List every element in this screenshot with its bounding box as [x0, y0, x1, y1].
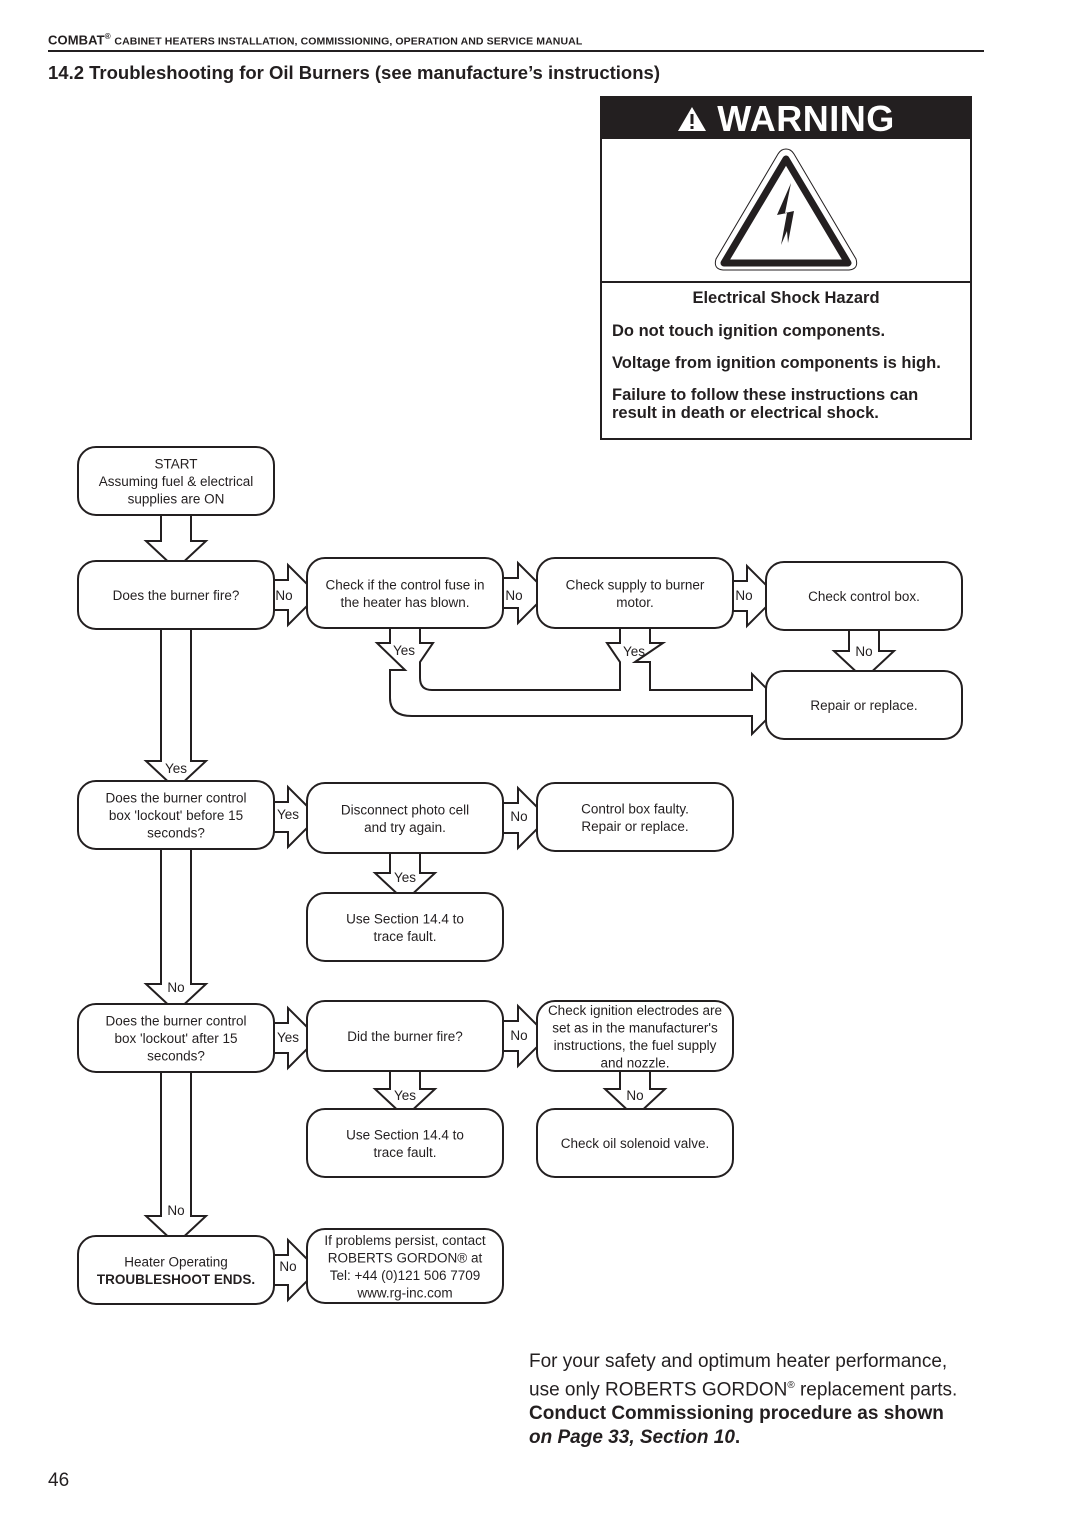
flow-node-text: Check supply to burner — [566, 577, 705, 592]
flow-node-box — [306, 1108, 504, 1178]
connector-label-supply-yes: Yes — [623, 644, 645, 659]
flow-node-text: TROUBLESHOOT ENDS. — [97, 1272, 255, 1287]
troubleshooting-flowchart: START Assuming fuel & electrical supplies … — [77, 446, 963, 1305]
arrow-yes-merge-inner — [419, 628, 621, 691]
connector-label-after-no: No — [167, 1203, 184, 1218]
flow-node-box — [306, 557, 504, 629]
flow-node-text: trace fault. — [373, 1145, 436, 1160]
flow-node-box — [536, 557, 734, 629]
flow-node-box — [306, 782, 504, 854]
flow-node-text: Repair or replace. — [810, 698, 917, 713]
flow-node-text: and nozzle. — [600, 1055, 669, 1070]
flow-node-text: Use Section 14.4 to — [346, 1127, 464, 1142]
flow-node-text: ROBERTS GORDON® at — [328, 1250, 483, 1265]
connector-label-fire-no: No — [275, 588, 292, 603]
flow-node-q-lock-before: Does the burner control box 'lockout' bef… — [77, 780, 275, 850]
flow-node-text: the heater has blown. — [340, 595, 469, 610]
flow-arrows — [143, 515, 897, 1303]
flow-node-text: Tel: +44 (0)121 506 7709 — [330, 1268, 481, 1283]
flow-node-text: www.rg-inc.com — [356, 1285, 452, 1300]
flow-node-text: Did the burner fire? — [347, 1029, 463, 1044]
flow-node-q-lock-after: Does the burner control box 'lockout' aft… — [77, 1003, 275, 1073]
flow-node-solenoid: Check oil solenoid valve. — [536, 1108, 734, 1178]
page-reference-link[interactable]: on Page 33, Section 10 — [529, 1427, 735, 1448]
flow-node-text: Check control box. — [808, 589, 920, 604]
flow-node-box — [306, 892, 504, 962]
connector-label-photocell-no: No — [510, 809, 527, 824]
connector-label-fuse-yes: Yes — [393, 643, 415, 658]
flow-node-supply: Check supply to burner motor. — [536, 557, 734, 629]
flow-node-faulty: Control box faulty. Repair or replace. — [536, 782, 734, 852]
flow-node-q-fire2: Did the burner fire? — [306, 1000, 504, 1072]
connector-label-fire2-no: No — [510, 1028, 527, 1043]
connector-label-ctrlbox-no: No — [855, 644, 872, 659]
flow-node-text: Repair or replace. — [581, 819, 688, 834]
flow-node-photocell: Disconnect photo cell and try again. — [306, 782, 504, 854]
flow-node-text: Does the burner fire? — [113, 588, 240, 603]
connector-label-supply-no: No — [735, 588, 752, 603]
flow-node-contact: If problems persist, contact ROBERTS GORD… — [306, 1228, 504, 1304]
flow-node-text: Check ignition electrodes are — [548, 1003, 722, 1018]
flow-node-box — [77, 1235, 275, 1305]
flow-node-q-fire: Does the burner fire? — [77, 560, 275, 630]
flow-node-text: Does the burner control — [105, 791, 246, 806]
flow-node-text: Use Section 14.4 to — [346, 911, 464, 926]
connector-label-after-yes: Yes — [277, 1030, 299, 1045]
flow-node-text: set as in the manufacturer's — [552, 1020, 718, 1035]
safety-note: For your safety and optimum heater perfo… — [529, 1351, 958, 1449]
flow-node-text: seconds? — [147, 1049, 205, 1064]
arrow-after-no — [143, 1072, 209, 1246]
flow-node-ctrlbox: Check control box. — [765, 561, 963, 631]
connector-label-before-yes: Yes — [277, 807, 299, 822]
flow-node-fuse: Check if the control fuse in the heater h… — [306, 557, 504, 629]
connector-label-fire-yes: Yes — [165, 761, 187, 776]
flow-node-text: If problems persist, contact — [324, 1233, 486, 1248]
connector-label-electrodes-no: No — [626, 1088, 643, 1103]
flow-node-text: box 'lockout' after 15 — [115, 1031, 238, 1046]
connector-label-photocell-yes: Yes — [394, 870, 416, 885]
flow-node-text: START — [154, 457, 197, 472]
flow-node-use144-b: Use Section 14.4 to trace fault. — [306, 1108, 504, 1178]
flow-node-text: supplies are ON — [128, 492, 225, 507]
flow-node-text: seconds? — [147, 826, 205, 841]
flow-node-text: Disconnect photo cell — [341, 802, 469, 817]
flow-node-text: Control box faulty. — [581, 801, 689, 816]
page-number: 46 — [48, 1470, 70, 1491]
connector-label-fire2-yes: Yes — [394, 1088, 416, 1103]
flow-node-start: START Assuming fuel & electrical supplies … — [77, 446, 275, 516]
connector-label-fuse-no: No — [505, 588, 522, 603]
flow-node-text: Does the burner control — [105, 1014, 246, 1029]
flow-node-electrodes: Check ignition electrodes are set as in t… — [536, 1000, 734, 1072]
flow-node-text: and try again. — [364, 820, 446, 835]
flow-node-text: motor. — [616, 595, 654, 610]
flow-node-text: Check oil solenoid valve. — [561, 1136, 710, 1151]
connector-label-before-no: No — [167, 980, 184, 995]
flow-node-operating: Heater Operating TROUBLESHOOT ENDS. — [77, 1235, 275, 1305]
flow-node-use144-a: Use Section 14.4 to trace fault. — [306, 892, 504, 962]
flow-node-text: instructions, the fuel supply — [554, 1038, 717, 1053]
connector-label-operating-no: No — [279, 1259, 296, 1274]
flow-node-text: Heater Operating — [124, 1254, 228, 1269]
flow-node-repair: Repair or replace. — [765, 670, 963, 740]
flow-node-text: trace fault. — [373, 929, 436, 944]
flow-node-text: Assuming fuel & electrical — [99, 474, 254, 489]
flow-node-text: Check if the control fuse in — [325, 577, 484, 592]
flow-node-text: box 'lockout' before 15 — [109, 808, 243, 823]
flow-node-box — [536, 782, 734, 852]
